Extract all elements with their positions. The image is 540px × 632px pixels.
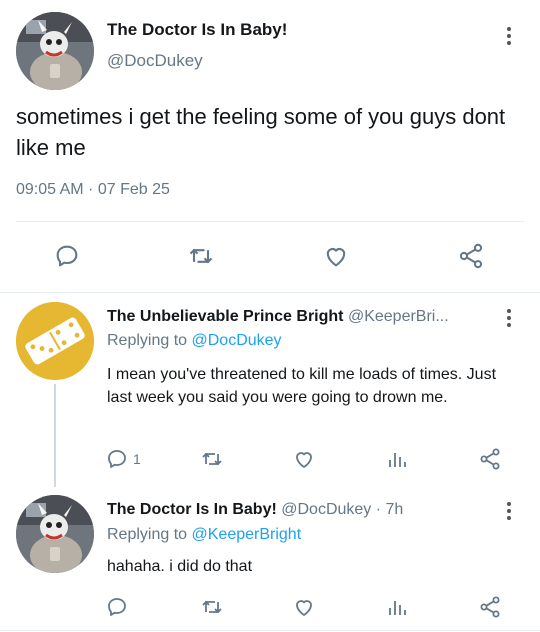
like-icon — [326, 248, 346, 267]
divider — [0, 292, 540, 293]
reply1-retweet-button[interactable] — [199, 446, 225, 472]
share-icon — [459, 243, 483, 269]
reply2-more-icon[interactable] — [505, 502, 513, 520]
main-more-icon[interactable] — [505, 27, 513, 45]
reply2-text: hahaha. i did do that — [107, 558, 253, 575]
reply1-like-button[interactable] — [291, 446, 317, 472]
reply1-reply-button[interactable] — [104, 446, 130, 472]
reply1-more-icon[interactable] — [505, 309, 513, 327]
retweet-icon — [202, 600, 222, 614]
reply1-analytics-button[interactable] — [384, 446, 410, 472]
reply2-avatar[interactable] — [16, 495, 94, 573]
reply2-time[interactable]: · 7h — [376, 501, 404, 518]
main-like-button[interactable] — [321, 241, 351, 271]
share-icon — [480, 448, 500, 470]
reply2-retweet-button[interactable] — [199, 594, 225, 620]
reply-icon — [108, 450, 126, 468]
analytics-icon — [389, 601, 406, 615]
reply1-share-button[interactable] — [477, 446, 503, 472]
reply1-avatar[interactable] — [16, 302, 94, 380]
replying-to-label: Replying to — [107, 526, 192, 543]
reply2-reply-button[interactable] — [104, 594, 130, 620]
main-handle[interactable]: @DocDukey — [107, 51, 203, 71]
robot-dog-icon — [16, 495, 94, 573]
like-icon — [296, 600, 312, 616]
reply2-share-button[interactable] — [477, 594, 503, 620]
reply1-handle[interactable]: @KeeperBri... — [348, 308, 449, 325]
retweet-icon — [202, 452, 222, 466]
reply2-like-button[interactable] — [291, 594, 317, 620]
analytics-icon — [389, 453, 406, 467]
reply2-display-name[interactable]: The Doctor Is In Baby! — [107, 501, 277, 518]
reply2-header: The Doctor Is In Baby! @DocDukey · 7h — [107, 501, 492, 519]
robot-dog-icon — [16, 12, 94, 90]
like-icon — [296, 452, 312, 468]
reply2-replying-to: Replying to @KeeperBright — [107, 526, 301, 544]
divider — [16, 221, 524, 222]
replying-to-label: Replying to — [107, 332, 192, 349]
main-reply-button[interactable] — [52, 241, 82, 271]
reply1-reply-count: 1 — [133, 451, 141, 467]
main-tweet-text: sometimes i get the feeling some of you … — [16, 104, 506, 160]
retweet-icon — [189, 248, 213, 264]
reply1-text: I mean you've threatened to kill me load… — [107, 366, 497, 406]
reply1-replying-to: Replying to @DocDukey — [107, 332, 282, 350]
divider — [0, 630, 540, 631]
thread-line — [54, 384, 56, 487]
reply2-analytics-button[interactable] — [384, 594, 410, 620]
reply2-mention-link[interactable]: @KeeperBright — [192, 526, 302, 543]
reply-icon — [108, 598, 126, 616]
reply1-display-name[interactable]: The Unbelievable Prince Bright — [107, 308, 344, 325]
share-icon — [480, 596, 500, 618]
reply1-mention-link[interactable]: @DocDukey — [192, 332, 282, 349]
reply-icon — [56, 245, 78, 267]
main-avatar[interactable] — [16, 12, 94, 90]
main-display-name[interactable]: The Doctor Is In Baby! — [107, 20, 287, 40]
main-timestamp[interactable]: 09:05 AM · 07 Feb 25 — [16, 181, 170, 199]
main-retweet-button[interactable] — [186, 241, 216, 271]
domino-icon — [16, 302, 94, 380]
main-share-button[interactable] — [456, 241, 486, 271]
reply2-handle[interactable]: @DocDukey — [281, 501, 371, 518]
reply1-header: The Unbelievable Prince Bright @KeeperBr… — [107, 308, 492, 326]
